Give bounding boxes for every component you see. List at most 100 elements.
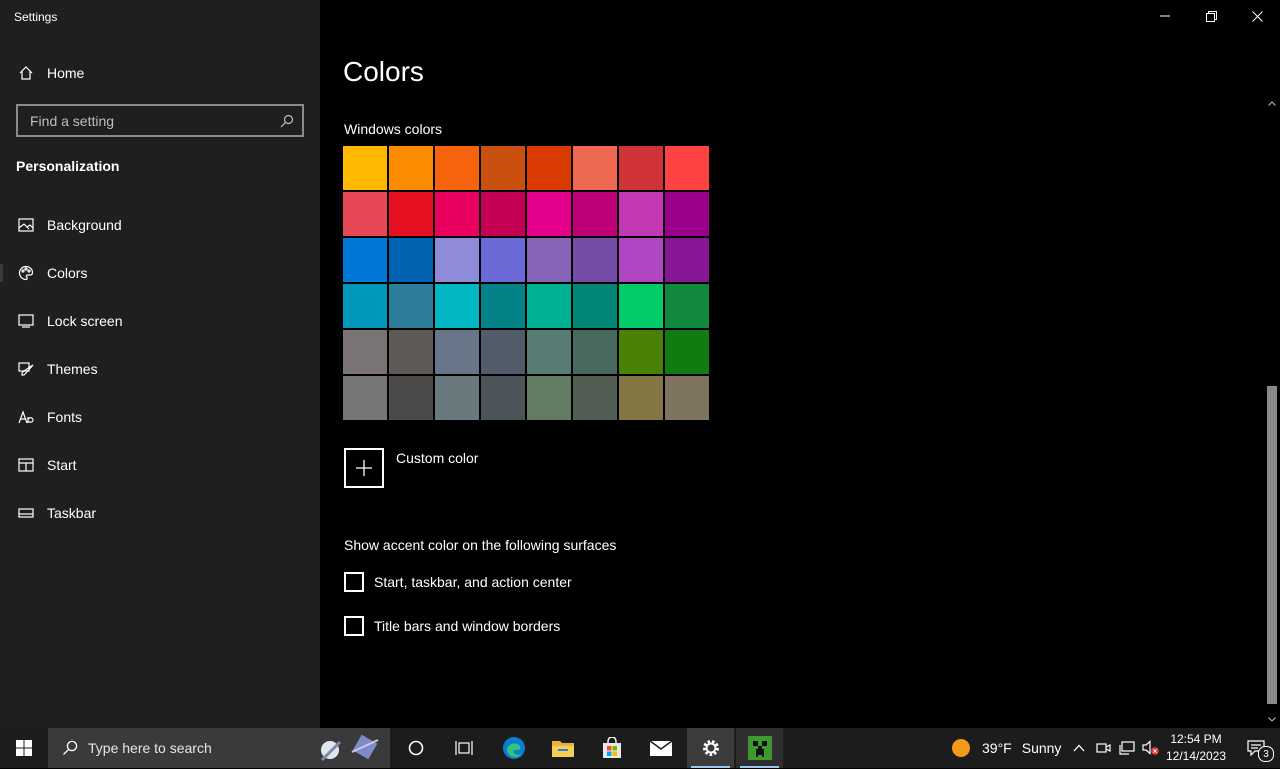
- weather-condition: Sunny: [1021, 740, 1062, 756]
- color-swatch[interactable]: [573, 376, 617, 420]
- color-swatch[interactable]: [389, 284, 433, 328]
- color-swatch[interactable]: [619, 284, 663, 328]
- settings-search-input[interactable]: [28, 111, 272, 130]
- start-taskbar-checkbox-row[interactable]: Start, taskbar, and action center: [344, 572, 572, 592]
- color-swatch[interactable]: [665, 376, 709, 420]
- sidebar-item-label: Taskbar: [47, 505, 97, 521]
- edge-button[interactable]: [491, 728, 537, 768]
- color-swatch[interactable]: [619, 238, 663, 282]
- settings-taskbar-button[interactable]: [687, 728, 734, 768]
- color-swatch[interactable]: [527, 330, 571, 374]
- color-swatch[interactable]: [481, 376, 525, 420]
- color-swatch[interactable]: [481, 284, 525, 328]
- volume-button[interactable]: [1140, 728, 1162, 768]
- meet-now-button[interactable]: [1092, 728, 1114, 768]
- checkbox[interactable]: [344, 572, 364, 592]
- color-swatch[interactable]: [527, 146, 571, 190]
- color-swatch[interactable]: [527, 192, 571, 236]
- color-swatch[interactable]: [527, 376, 571, 420]
- sidebar-item-taskbar[interactable]: Taskbar: [0, 493, 320, 533]
- color-swatch[interactable]: [481, 330, 525, 374]
- color-swatch[interactable]: [665, 238, 709, 282]
- color-swatch[interactable]: [527, 238, 571, 282]
- action-center-button[interactable]: 3: [1232, 728, 1280, 768]
- color-swatch[interactable]: [573, 330, 617, 374]
- color-swatch[interactable]: [619, 192, 663, 236]
- sidebar-item-background[interactable]: Background: [0, 205, 320, 245]
- color-swatch[interactable]: [527, 284, 571, 328]
- settings-search[interactable]: [16, 104, 304, 137]
- color-swatch[interactable]: [573, 238, 617, 282]
- sidebar-item-fonts[interactable]: Fonts: [0, 397, 320, 437]
- color-swatch[interactable]: [573, 192, 617, 236]
- color-swatch[interactable]: [435, 376, 479, 420]
- mail-button[interactable]: [638, 728, 684, 768]
- search-icon[interactable]: [280, 114, 294, 128]
- color-swatch[interactable]: [343, 238, 387, 282]
- color-swatch[interactable]: [619, 330, 663, 374]
- maximize-button[interactable]: [1188, 0, 1234, 32]
- color-swatch[interactable]: [481, 238, 525, 282]
- color-swatch[interactable]: [435, 146, 479, 190]
- sun-icon: [950, 737, 972, 759]
- minimize-button[interactable]: [1142, 0, 1188, 32]
- taskbar-search-box[interactable]: Type here to search: [48, 728, 390, 768]
- color-swatch[interactable]: [435, 284, 479, 328]
- minecraft-button[interactable]: [736, 728, 783, 768]
- sidebar-item-themes[interactable]: Themes: [0, 349, 320, 389]
- custom-color-button[interactable]: Custom color: [344, 448, 478, 488]
- color-swatch[interactable]: [619, 146, 663, 190]
- chevron-up-icon: [1268, 100, 1276, 106]
- color-swatch[interactable]: [389, 330, 433, 374]
- color-swatch[interactable]: [435, 330, 479, 374]
- color-swatch[interactable]: [389, 192, 433, 236]
- color-swatch[interactable]: [665, 330, 709, 374]
- scroll-down-button[interactable]: [1264, 712, 1280, 726]
- network-button[interactable]: [1116, 728, 1138, 768]
- color-swatch[interactable]: [481, 146, 525, 190]
- scroll-up-button[interactable]: [1264, 96, 1280, 110]
- clock-date: 12/14/2023: [1165, 749, 1227, 763]
- sidebar-item-lock-screen[interactable]: Lock screen: [0, 301, 320, 341]
- color-swatch[interactable]: [573, 146, 617, 190]
- clock[interactable]: 12:54 PM 12/14/2023: [1160, 731, 1232, 765]
- start-button[interactable]: [0, 728, 48, 768]
- color-swatch[interactable]: [619, 376, 663, 420]
- color-swatch[interactable]: [389, 238, 433, 282]
- task-view-button[interactable]: [441, 728, 487, 768]
- store-button[interactable]: [589, 728, 635, 768]
- color-swatch[interactable]: [435, 238, 479, 282]
- color-swatch[interactable]: [665, 192, 709, 236]
- search-highlight-icon: [314, 732, 382, 769]
- color-swatch[interactable]: [573, 284, 617, 328]
- color-swatch[interactable]: [435, 192, 479, 236]
- color-swatch[interactable]: [389, 376, 433, 420]
- color-swatch[interactable]: [343, 284, 387, 328]
- show-hidden-icons-button[interactable]: [1068, 728, 1090, 768]
- color-swatch[interactable]: [343, 192, 387, 236]
- sidebar-item-colors[interactable]: Colors: [0, 253, 320, 293]
- sidebar-item-start[interactable]: Start: [0, 445, 320, 485]
- volume-muted-icon: [1142, 740, 1159, 755]
- weather-widget[interactable]: 39°F Sunny: [950, 728, 1061, 768]
- vertical-scrollbar[interactable]: [1264, 96, 1280, 728]
- color-swatch[interactable]: [665, 146, 709, 190]
- title-bars-checkbox-row[interactable]: Title bars and window borders: [344, 616, 560, 636]
- color-swatch[interactable]: [665, 284, 709, 328]
- gear-icon: [702, 740, 719, 756]
- start-icon: [16, 455, 36, 475]
- cortana-button[interactable]: [394, 728, 438, 768]
- close-button[interactable]: [1234, 0, 1280, 32]
- checkbox[interactable]: [344, 616, 364, 636]
- home-label: Home: [47, 65, 85, 81]
- color-swatch[interactable]: [343, 146, 387, 190]
- color-swatch[interactable]: [481, 192, 525, 236]
- page-title: Colors: [343, 56, 424, 87]
- home-nav[interactable]: Home: [0, 53, 320, 93]
- file-explorer-button[interactable]: [540, 728, 586, 768]
- scroll-thumb[interactable]: [1267, 386, 1277, 704]
- color-swatch[interactable]: [389, 146, 433, 190]
- taskbar-search-placeholder: Type here to search: [88, 740, 212, 756]
- color-swatch[interactable]: [343, 330, 387, 374]
- color-swatch[interactable]: [343, 376, 387, 420]
